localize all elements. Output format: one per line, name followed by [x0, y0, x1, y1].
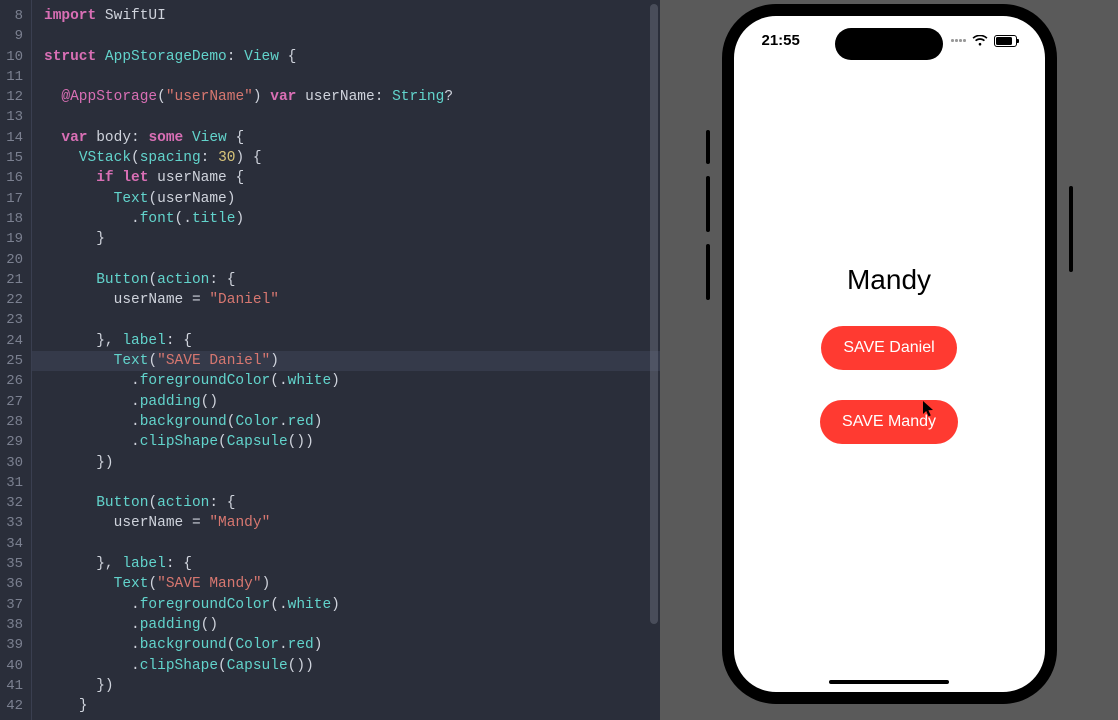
code-line[interactable]: .font(.title)	[44, 209, 660, 229]
line-number: 24	[0, 331, 23, 351]
line-number: 15	[0, 148, 23, 168]
line-number: 40	[0, 656, 23, 676]
phone-side-button	[706, 244, 710, 300]
line-number: 19	[0, 229, 23, 249]
username-label: Mandy	[847, 264, 931, 296]
line-number: 38	[0, 615, 23, 635]
code-line[interactable]	[44, 310, 660, 330]
line-number: 29	[0, 432, 23, 452]
code-line[interactable]	[44, 473, 660, 493]
code-line[interactable]: }	[44, 696, 660, 716]
line-number: 31	[0, 473, 23, 493]
code-line[interactable]: .clipShape(Capsule())	[44, 656, 660, 676]
code-line[interactable]: .padding()	[44, 615, 660, 635]
line-number: 23	[0, 310, 23, 330]
line-number: 18	[0, 209, 23, 229]
line-number: 16	[0, 168, 23, 188]
line-number: 14	[0, 128, 23, 148]
code-line[interactable]: }	[44, 229, 660, 249]
code-line[interactable]	[44, 250, 660, 270]
line-number: 12	[0, 87, 23, 107]
line-number: 34	[0, 534, 23, 554]
line-gutter: 8910111213141516171819202122232425262728…	[0, 0, 32, 720]
line-number: 17	[0, 189, 23, 209]
phone-side-button	[1069, 186, 1073, 272]
line-number: 27	[0, 392, 23, 412]
line-number: 42	[0, 696, 23, 716]
home-indicator	[829, 680, 949, 684]
code-line[interactable]: userName = "Mandy"	[44, 513, 660, 533]
code-editor[interactable]: 8910111213141516171819202122232425262728…	[0, 0, 660, 720]
simulator-pane: 21:55 Mandy SAVE Daniel SAVE Mandy	[660, 0, 1118, 720]
code-line[interactable]: .clipShape(Capsule())	[44, 432, 660, 452]
line-number: 32	[0, 493, 23, 513]
code-line[interactable]: Text("SAVE Daniel")	[32, 351, 660, 371]
code-area[interactable]: import SwiftUI struct AppStorageDemo: Vie…	[32, 0, 660, 720]
app-screen: Mandy SAVE Daniel SAVE Mandy	[734, 16, 1045, 692]
line-number: 41	[0, 676, 23, 696]
phone-frame: 21:55 Mandy SAVE Daniel SAVE Mandy	[722, 4, 1057, 704]
line-number: 26	[0, 371, 23, 391]
code-line[interactable]: })	[44, 676, 660, 696]
code-line[interactable]: Text(userName)	[44, 189, 660, 209]
code-line[interactable]: })	[44, 453, 660, 473]
save-daniel-button[interactable]: SAVE Daniel	[821, 326, 956, 370]
line-number: 13	[0, 107, 23, 127]
code-line[interactable]: }, label: {	[44, 331, 660, 351]
editor-scrollbar[interactable]	[650, 4, 658, 624]
line-number: 21	[0, 270, 23, 290]
line-number: 22	[0, 290, 23, 310]
code-line[interactable]	[44, 67, 660, 87]
code-line[interactable]: Text("SAVE Mandy")	[44, 574, 660, 594]
code-line[interactable]: .background(Color.red)	[44, 412, 660, 432]
code-line[interactable]: var body: some View {	[44, 128, 660, 148]
line-number: 8	[0, 6, 23, 26]
code-line[interactable]: }, label: {	[44, 554, 660, 574]
line-number: 28	[0, 412, 23, 432]
code-line[interactable]: .background(Color.red)	[44, 635, 660, 655]
code-line[interactable]	[44, 534, 660, 554]
code-line[interactable]: .foregroundColor(.white)	[44, 371, 660, 391]
code-line[interactable]: userName = "Daniel"	[44, 290, 660, 310]
line-number: 30	[0, 453, 23, 473]
save-mandy-button[interactable]: SAVE Mandy	[820, 400, 958, 444]
code-line[interactable]: @AppStorage("userName") var userName: St…	[44, 87, 660, 107]
line-number: 33	[0, 513, 23, 533]
code-line[interactable]: .foregroundColor(.white)	[44, 595, 660, 615]
line-number: 9	[0, 26, 23, 46]
mouse-cursor-icon	[922, 400, 936, 423]
line-number: 35	[0, 554, 23, 574]
phone-side-button	[706, 176, 710, 232]
code-line[interactable]: .padding()	[44, 392, 660, 412]
phone-side-button	[706, 130, 710, 164]
line-number: 20	[0, 250, 23, 270]
line-number: 39	[0, 635, 23, 655]
code-line[interactable]: Button(action: {	[44, 493, 660, 513]
line-number: 11	[0, 67, 23, 87]
line-number: 37	[0, 595, 23, 615]
line-number: 10	[0, 47, 23, 67]
line-number: 25	[0, 351, 23, 371]
code-line[interactable]: VStack(spacing: 30) {	[44, 148, 660, 168]
code-line[interactable]: Button(action: {	[44, 270, 660, 290]
code-line[interactable]: struct AppStorageDemo: View {	[44, 47, 660, 67]
code-line[interactable]: import SwiftUI	[44, 6, 660, 26]
code-line[interactable]: if let userName {	[44, 168, 660, 188]
line-number: 36	[0, 574, 23, 594]
code-line[interactable]	[44, 26, 660, 46]
code-line[interactable]	[44, 107, 660, 127]
